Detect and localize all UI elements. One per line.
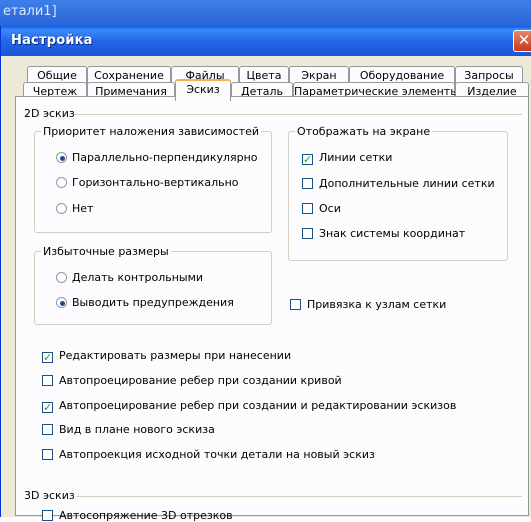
checkbox-extra-grid-lines[interactable]: Дополнительные линии сетки bbox=[302, 177, 495, 190]
checkbox-project-origin-box[interactable] bbox=[42, 449, 53, 460]
redundant-dimensions-label: Избыточные размеры bbox=[43, 245, 169, 258]
radio-show-warnings[interactable]: Выводить предупреждения bbox=[56, 296, 234, 309]
dialog-titlebar[interactable]: Настройка ✕ bbox=[1, 26, 531, 56]
checkbox-project-origin-label: Автопроекция исходной точки детали на но… bbox=[59, 448, 375, 461]
background-window-title: етали1] bbox=[0, 0, 531, 26]
section-label-2d: 2D эскиз bbox=[24, 107, 75, 120]
radio-none-control[interactable] bbox=[56, 203, 67, 214]
checkbox-axes-label: Оси bbox=[319, 202, 341, 215]
radio-none[interactable]: Нет bbox=[56, 202, 93, 215]
radio-parallel-perpendicular-control[interactable] bbox=[56, 152, 67, 163]
checkbox-auto-fillet-3d-box[interactable] bbox=[42, 510, 53, 521]
close-button[interactable]: ✕ bbox=[513, 30, 531, 52]
checkbox-coordinate-sign[interactable]: Знак системы координат bbox=[302, 227, 465, 240]
checkbox-plan-view[interactable]: Вид в плане нового эскиза bbox=[42, 423, 215, 436]
checkbox-grid-lines[interactable]: ✓ Линии сетки bbox=[302, 151, 392, 165]
checkbox-autoproject-curve-box[interactable] bbox=[42, 375, 53, 386]
checkbox-snap-to-grid-box[interactable] bbox=[290, 299, 301, 310]
radio-make-reference-label: Делать контрольными bbox=[72, 271, 204, 284]
checkbox-auto-fillet-3d[interactable]: Автосопряжение 3D отрезков bbox=[42, 509, 233, 522]
separator-2d bbox=[74, 114, 522, 115]
sketch-panel: 2D эскиз Приоритет наложения зависимосте… bbox=[15, 96, 529, 522]
checkbox-autoproject-sketch-label: Автопроецирование ребер при создании и р… bbox=[59, 399, 457, 412]
checkbox-plan-view-label: Вид в плане нового эскиза bbox=[59, 423, 215, 436]
background-title-text: етали1] bbox=[3, 4, 57, 19]
dialog-title: Настройка bbox=[11, 33, 93, 48]
radio-parallel-perpendicular-label: Параллельно-перпендикулярно bbox=[72, 151, 258, 164]
section-label-3d: 3D эскиз bbox=[24, 489, 75, 502]
display-group-label: Отображать на экране bbox=[297, 125, 431, 138]
checkbox-extra-grid-lines-box[interactable] bbox=[302, 178, 313, 189]
checkbox-axes-box[interactable] bbox=[302, 203, 313, 214]
radio-make-reference-control[interactable] bbox=[56, 272, 67, 283]
checkbox-edit-dimensions[interactable]: ✓ Редактировать размеры при нанесении bbox=[42, 349, 291, 363]
checkbox-autoproject-sketch[interactable]: ✓ Автопроецирование ребер при создании и … bbox=[42, 399, 456, 413]
radio-horizontal-vertical-label: Горизонтально-вертикально bbox=[72, 176, 239, 189]
checkbox-coordinate-sign-box[interactable] bbox=[302, 228, 313, 239]
checkbox-project-origin[interactable]: Автопроекция исходной точки детали на но… bbox=[42, 448, 375, 461]
radio-show-warnings-label: Выводить предупреждения bbox=[72, 296, 234, 309]
radio-show-warnings-control[interactable] bbox=[56, 297, 67, 308]
radio-make-reference[interactable]: Делать контрольными bbox=[56, 271, 203, 284]
redundant-dimensions-group: Избыточные размеры bbox=[34, 245, 272, 325]
checkbox-autoproject-curve-label: Автопроецирование ребер при создании кри… bbox=[59, 374, 342, 387]
checkbox-snap-to-grid-label: Привязка к узлам сетки bbox=[307, 298, 447, 311]
checkbox-plan-view-box[interactable] bbox=[42, 424, 53, 435]
checkbox-grid-lines-label: Линии сетки bbox=[319, 151, 393, 164]
radio-none-label: Нет bbox=[72, 202, 94, 215]
radio-horizontal-vertical[interactable]: Горизонтально-вертикально bbox=[56, 176, 239, 189]
checkbox-extra-grid-lines-label: Дополнительные линии сетки bbox=[319, 177, 495, 190]
checkbox-coordinate-sign-label: Знак системы координат bbox=[319, 227, 466, 240]
checkbox-auto-fillet-3d-label: Автосопряжение 3D отрезков bbox=[59, 509, 233, 522]
checkbox-axes[interactable]: Оси bbox=[302, 202, 341, 215]
checkbox-edit-dimensions-box[interactable]: ✓ bbox=[42, 352, 53, 363]
checkbox-grid-lines-box[interactable]: ✓ bbox=[302, 154, 313, 165]
radio-horizontal-vertical-control[interactable] bbox=[56, 177, 67, 188]
settings-dialog: Настройка ✕ Общие Сохранение Файлы Цвета… bbox=[0, 26, 531, 522]
checkbox-snap-to-grid[interactable]: Привязка к узлам сетки bbox=[290, 298, 446, 311]
radio-parallel-perpendicular[interactable]: Параллельно-перпендикулярно bbox=[56, 151, 258, 164]
separator-3d bbox=[76, 496, 522, 497]
checkbox-autoproject-curve[interactable]: Автопроецирование ребер при создании кри… bbox=[42, 374, 342, 387]
checkbox-edit-dimensions-label: Редактировать размеры при нанесении bbox=[59, 349, 292, 362]
checkbox-autoproject-sketch-box[interactable]: ✓ bbox=[42, 402, 53, 413]
tab-sketch[interactable]: Эскиз bbox=[175, 79, 231, 101]
display-group: Отображать на экране bbox=[288, 125, 508, 261]
close-icon: ✕ bbox=[517, 31, 531, 49]
priority-group-label: Приоритет наложения зависимостей bbox=[43, 125, 259, 138]
